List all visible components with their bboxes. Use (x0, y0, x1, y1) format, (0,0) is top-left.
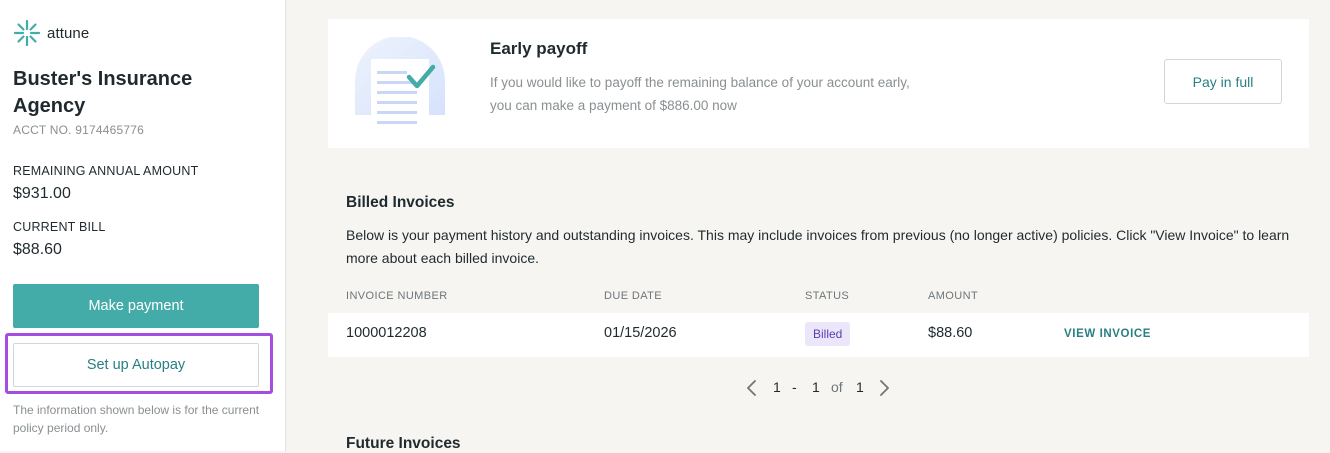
column-due-date: DUE DATE (604, 290, 663, 302)
agency-name: Buster's Insurance Agency (13, 68, 193, 117)
remaining-amount-value: $931.00 (13, 185, 71, 202)
account-number: ACCT NO. 9174465776 (13, 123, 144, 137)
view-invoice-link[interactable]: VIEW INVOICE (1064, 328, 1151, 340)
brand[interactable]: attune (13, 19, 89, 47)
page-to: 1 (812, 379, 820, 395)
page-of: of (831, 379, 843, 395)
page-from: 1 (773, 379, 781, 395)
setup-autopay-button[interactable]: Set up Autopay (13, 343, 259, 387)
billed-invoices-description: Below is your payment history and outsta… (346, 227, 1290, 266)
remaining-amount-label: REMAINING ANNUAL AMOUNT (13, 164, 199, 178)
status-badge: Billed (805, 322, 851, 346)
page-dash: - (792, 379, 797, 395)
document-check-icon (355, 36, 447, 138)
table-row: 1000012208 01/15/2026 Billed $88.60 VIEW… (328, 313, 1309, 357)
column-invoice-number: INVOICE NUMBER (346, 290, 448, 302)
future-invoices-title: Future Invoices (346, 435, 461, 452)
sunburst-logo-icon (13, 19, 41, 47)
chevron-right-icon[interactable] (877, 379, 891, 400)
brand-name: attune (47, 24, 90, 42)
pay-in-full-button[interactable]: Pay in full (1164, 59, 1282, 104)
amount-cell: $88.60 (928, 325, 973, 341)
policy-period-note: The information shown below is for the c… (13, 403, 260, 435)
column-amount: AMOUNT (928, 290, 979, 302)
early-payoff-title: Early payoff (490, 39, 588, 58)
current-bill-label: CURRENT BILL (13, 220, 106, 234)
current-bill-value: $88.60 (13, 241, 62, 258)
make-payment-button[interactable]: Make payment (13, 284, 259, 328)
column-status: STATUS (805, 290, 850, 302)
early-payoff-card: Early payoff If you would like to payoff… (328, 19, 1309, 148)
chevron-left-icon[interactable] (745, 379, 759, 400)
billed-invoices-title: Billed Invoices (346, 194, 455, 211)
page-total: 1 (856, 379, 864, 395)
sidebar: attune Buster's Insurance Agency ACCT NO… (0, 0, 286, 451)
invoice-number-cell: 1000012208 (346, 325, 427, 341)
early-payoff-description: If you would like to payoff the remainin… (490, 75, 910, 113)
due-date-cell: 01/15/2026 (604, 325, 677, 341)
